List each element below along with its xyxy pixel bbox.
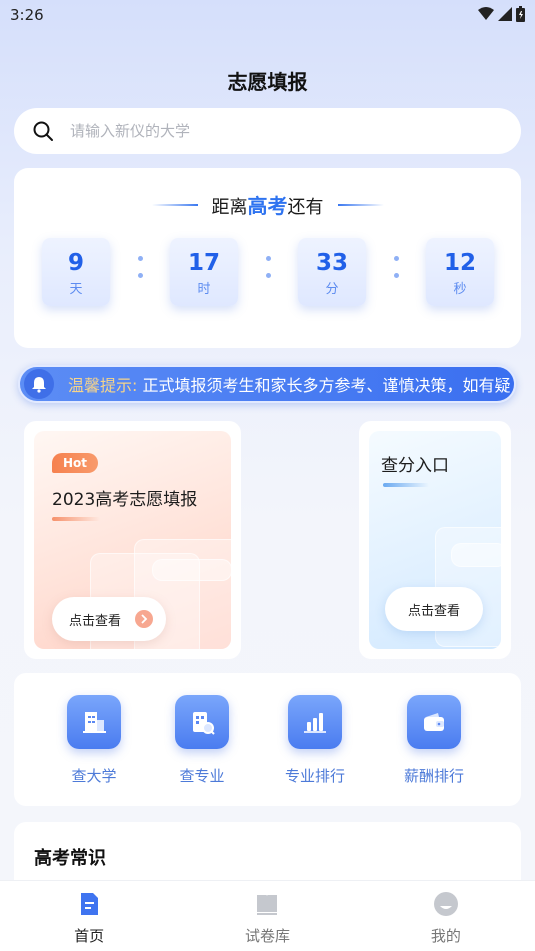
countdown-value: 33: [315, 250, 348, 276]
bar-chart-ranking-icon: [288, 695, 342, 749]
countdown-prefix: 距离: [211, 197, 248, 218]
colon-separator: [138, 256, 144, 288]
bell-icon: [24, 369, 54, 399]
search-bar[interactable]: [14, 108, 521, 154]
colon-separator: [394, 256, 400, 288]
countdown-unit: 天: [69, 282, 83, 297]
decorative-shape: [451, 543, 501, 567]
card-title: 查分入口: [381, 456, 449, 476]
quick-link-label: 查专业: [179, 767, 225, 785]
book-icon: [257, 895, 278, 915]
tab-label: 我的: [430, 927, 461, 945]
major-search-icon: [175, 695, 229, 749]
university-building-icon: [67, 695, 121, 749]
countdown-value: 9: [67, 250, 84, 276]
tab-exam-library[interactable]: 试卷库: [178, 881, 356, 951]
quick-link-salary-ranking[interactable]: 薪酬排行: [384, 695, 484, 786]
countdown-card: 距离高考还有 9 天 17 时 33 分 12 秒: [14, 168, 521, 348]
notice-label: 温馨提示:: [68, 376, 138, 395]
countdown-boxes: 9 天 17 时 33 分 12 秒: [42, 238, 494, 306]
score-query-card[interactable]: 查分入口 点击查看: [359, 421, 511, 659]
accent-bar: [383, 483, 429, 487]
quick-link-label: 查大学: [71, 767, 117, 785]
tab-label: 首页: [74, 927, 105, 945]
colon-separator: [266, 256, 272, 288]
section-title: 高考常识: [34, 848, 106, 869]
notice-text: 正式填报须考生和家长多方参考、谨慎决策，如有疑: [142, 376, 511, 395]
divider-line: [151, 203, 198, 206]
profile-icon: [433, 892, 458, 916]
quick-links: 查大学 查专业 专业排行 薪酬排行: [14, 673, 521, 806]
signal-icon: [498, 7, 512, 21]
status-icons: [478, 6, 525, 22]
quick-link-label: 薪酬排行: [403, 767, 464, 785]
hot-badge: Hot: [52, 453, 98, 473]
accent-bar: [52, 517, 100, 521]
home-document-icon: [81, 893, 99, 915]
view-button-label: 点击查看: [407, 603, 460, 619]
card-title: 2023高考志愿填报: [52, 490, 198, 510]
countdown-unit: 时: [197, 282, 211, 297]
quick-link-major-ranking[interactable]: 专业排行: [265, 695, 365, 786]
view-button-label: 点击查看: [69, 613, 122, 629]
countdown-value: 17: [187, 250, 220, 276]
countdown-value: 12: [443, 250, 476, 276]
countdown-days: 9 天: [42, 238, 110, 306]
bottom-tab-bar: 首页 试卷库 我的: [0, 880, 535, 951]
battery-icon: [516, 6, 525, 22]
countdown-seconds: 12 秒: [426, 238, 494, 306]
view-button[interactable]: 点击查看: [385, 587, 483, 631]
notice-message: 温馨提示: 正式填报须考生和家长多方参考、谨慎决策，如有疑: [68, 372, 511, 396]
notice-banner[interactable]: 温馨提示: 正式填报须考生和家长多方参考、谨慎决策，如有疑: [18, 365, 516, 403]
divider-line: [337, 203, 384, 206]
countdown-heading: 距离高考还有: [14, 190, 521, 219]
wallet-icon: [407, 695, 461, 749]
wifi-icon: [478, 7, 494, 20]
countdown-unit: 分: [325, 282, 339, 297]
view-button[interactable]: 点击查看: [52, 597, 166, 641]
countdown-unit: 秒: [453, 282, 467, 297]
status-bar: 3:26: [0, 0, 535, 30]
tab-profile[interactable]: 我的: [357, 881, 535, 951]
countdown-suffix: 还有: [287, 197, 324, 218]
countdown-minutes: 33 分: [298, 238, 366, 306]
volunteer-filing-card[interactable]: Hot 2023高考志愿填报 点击查看: [24, 421, 241, 659]
quick-link-label: 专业排行: [284, 767, 345, 785]
page-title: 志愿填报: [227, 70, 308, 94]
decorative-shape: [152, 559, 231, 581]
quick-link-major[interactable]: 查专业: [152, 695, 252, 786]
search-icon: [33, 121, 53, 141]
status-time: 3:26: [10, 6, 44, 24]
tab-home[interactable]: 首页: [0, 881, 178, 951]
countdown-highlight: 高考: [247, 194, 288, 218]
quick-link-university[interactable]: 查大学: [44, 695, 144, 786]
chevron-right-icon: [135, 610, 154, 628]
tab-label: 试卷库: [244, 927, 290, 945]
search-input[interactable]: [70, 122, 490, 140]
countdown-hours: 17 时: [170, 238, 238, 306]
